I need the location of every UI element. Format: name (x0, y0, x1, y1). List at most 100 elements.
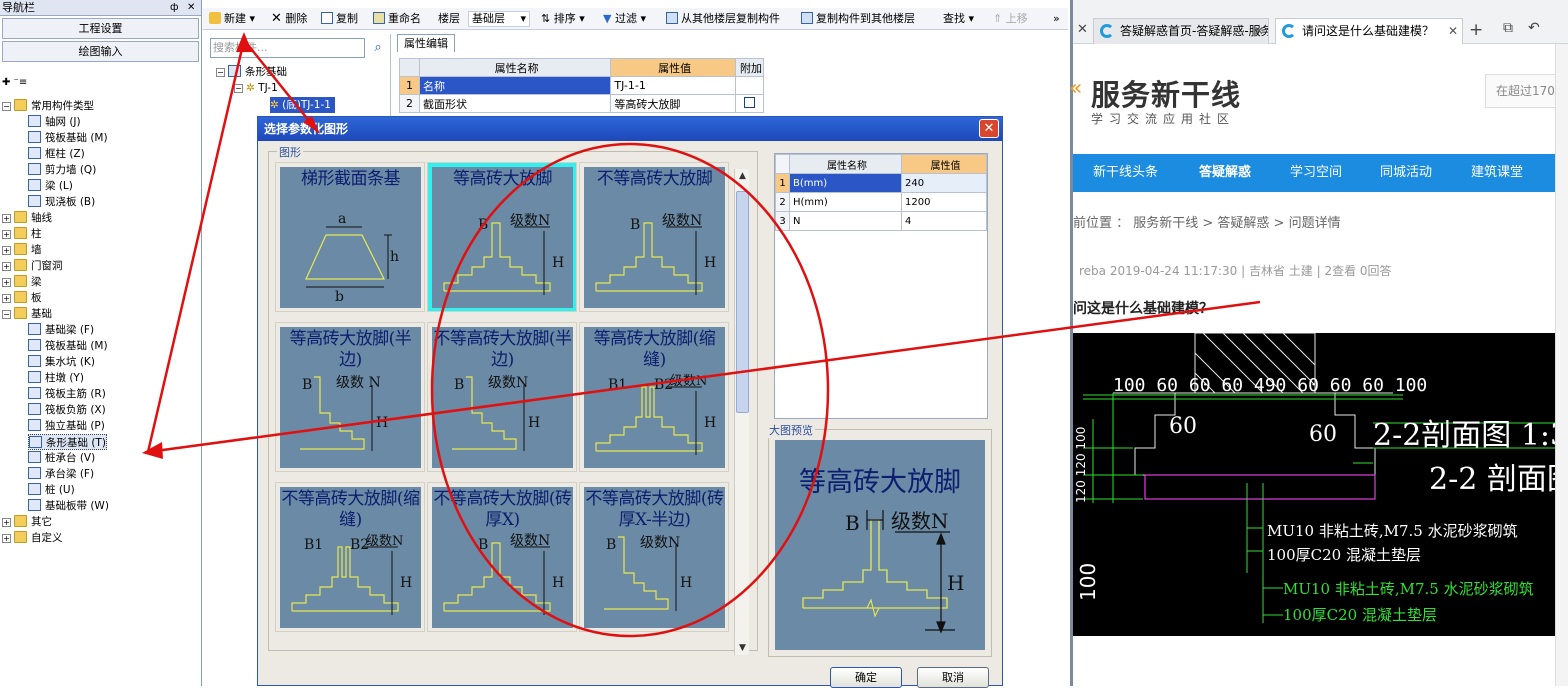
nav-tree-item[interactable]: 基础板带 (W) (28, 498, 109, 514)
scrollbar-thumb[interactable] (736, 191, 749, 413)
nav-tree-item[interactable]: 剪力墙 (Q) (28, 162, 96, 178)
nav-tree-item[interactable]: 柱墩 (Y) (28, 370, 84, 386)
tab-property-edit[interactable]: 属性编辑 (397, 34, 455, 52)
nav-tree-item[interactable]: 筏板负筋 (X) (28, 402, 106, 418)
nav-tree-item[interactable]: 桩 (U) (28, 482, 75, 498)
nav-tree-item[interactable]: + 板 (2, 290, 42, 306)
nav-tree-item[interactable]: 独立基础 (P) (28, 418, 105, 434)
shape-tile[interactable]: 不等高砖大放脚(砖厚X-半边) B 级数N H (579, 482, 729, 632)
nav-tree-item[interactable]: + 墙 (2, 242, 42, 258)
shape-tile[interactable]: 不等高砖大放脚(砖厚X) B 级数N H (427, 482, 577, 632)
new-tab-icon[interactable]: + (1469, 20, 1483, 40)
attach-checkbox[interactable] (735, 94, 764, 113)
copy-to-floor-button[interactable]: 复制构件到其他楼层 (801, 10, 915, 28)
expand-icon[interactable]: + (2, 246, 11, 255)
browser-scrollbar[interactable] (1555, 44, 1568, 686)
nav-tree-item[interactable]: 条形基础 (T) (28, 434, 107, 450)
sort-button[interactable]: ⇅ 排序 ▾ (541, 10, 585, 28)
scroll-down-icon[interactable]: ▼ (735, 641, 750, 655)
nav-tree-item[interactable]: 集水坑 (K) (28, 354, 95, 370)
component-icon (28, 339, 41, 351)
search-icon[interactable]: ⌕ (368, 38, 388, 58)
site-logo[interactable]: 服务新干线 (1091, 72, 1241, 114)
close-icon[interactable]: ✕ (979, 119, 999, 138)
close-icon[interactable]: ✕ (1077, 22, 1088, 37)
undo-icon[interactable]: ↶ (1528, 20, 1540, 36)
nav-tree-item[interactable]: + 自定义 (2, 530, 63, 546)
close-icon[interactable]: ✕ (1254, 19, 1264, 43)
expand-icon[interactable]: + (2, 214, 11, 223)
table-row[interactable]: 1 名称 TJ-1-1 (399, 76, 764, 95)
nav-tree-item[interactable]: + 门窗洞 (2, 258, 63, 274)
find-button[interactable]: 查找 ▾ (943, 10, 974, 28)
tree-expand-collapse-icon[interactable]: ✚ ⁻≡ (2, 77, 27, 88)
shape-tile[interactable]: 不等高砖大放脚 B 级数N H (579, 162, 729, 312)
nav-tree-item[interactable]: 轴网 (J) (28, 114, 81, 130)
tree-node-tj-1[interactable]: − ✲ TJ-1 (234, 80, 278, 96)
table-row[interactable]: 2 H(mm) 1200 (775, 192, 987, 212)
copy-from-floor-button[interactable]: 从其他楼层复制构件 (666, 10, 780, 28)
expand-icon[interactable]: − (2, 310, 11, 319)
nav-item-qa[interactable]: 答疑解惑 (1199, 154, 1251, 192)
rename-button[interactable]: 重命名 (373, 10, 421, 28)
shape-tile[interactable]: 梯形截面条基 a b h (275, 162, 425, 312)
table-row[interactable]: 1 B(mm) 240 (775, 173, 987, 193)
shape-tile[interactable]: 等高砖大放脚(半边) B 级数 NH (275, 322, 425, 472)
table-row[interactable]: 2 截面形状 等高砖大放脚 (399, 94, 764, 113)
copy-button[interactable]: 复制 (321, 10, 358, 28)
expand-icon[interactable]: + (2, 534, 11, 543)
expand-icon[interactable]: + (2, 262, 11, 271)
tree-node-tj-1-1[interactable]: ✲ (底)TJ-1-1 (270, 97, 335, 113)
nav-tree-item[interactable]: 筏板基础 (M) (28, 130, 108, 146)
nav-item-learning[interactable]: 学习空间 (1290, 154, 1342, 192)
expand-icon[interactable]: + (2, 230, 11, 239)
nav-item-headlines[interactable]: 新干线头条 (1093, 154, 1158, 192)
close-icon[interactable]: ✕ (187, 0, 195, 15)
nav-tree-item[interactable]: + 其它 (2, 514, 52, 530)
filter-button[interactable]: ▼ 过滤 ▾ (603, 10, 646, 28)
question-cad-image: 100 60 60 60 490 60 60 60 100 60 60 2-2剖… (1073, 333, 1555, 636)
tree-node-strip-foundation[interactable]: − 条形基础 (216, 64, 287, 80)
project-settings-button[interactable]: 工程设置 (2, 18, 199, 39)
scroll-up-icon[interactable]: ▲ (735, 169, 750, 183)
nav-tree-item[interactable]: 梁 (L) (28, 178, 73, 194)
expand-icon[interactable]: − (2, 102, 11, 111)
nav-tree-item[interactable]: + 梁 (2, 274, 42, 290)
nav-tree-item[interactable]: + 轴线 (2, 210, 52, 226)
drawing-input-button[interactable]: 绘图输入 (2, 41, 199, 62)
nav-item-classroom[interactable]: 建筑课堂 (1471, 154, 1523, 192)
shape-tile[interactable]: 等高砖大放脚 B 级数N H (427, 162, 577, 312)
shape-tile[interactable]: 不等高砖大放脚(半边) B 级数N H (427, 322, 577, 472)
nav-tree-item[interactable]: 基础梁 (F) (28, 322, 94, 338)
nav-tree-item[interactable]: 框柱 (Z) (28, 146, 85, 162)
shape-tile[interactable]: 等高砖大放脚(缩缝) B1 B2 级数N H (579, 322, 729, 472)
nav-tree-item[interactable]: 筏板基础 (M) (28, 338, 108, 354)
nav-tree-item[interactable]: 承台梁 (F) (28, 466, 94, 482)
nav-item-events[interactable]: 同城活动 (1380, 154, 1432, 192)
nav-tree-item[interactable]: − 基础 (2, 306, 52, 322)
restore-tabs-icon[interactable]: ⧉ (1503, 20, 1513, 36)
nav-tree-item[interactable]: 桩承台 (V) (28, 450, 95, 466)
ok-button[interactable]: 确定 (830, 667, 902, 688)
pin-icon[interactable]: ф (170, 0, 179, 15)
component-search-input[interactable]: 搜索构件... (210, 38, 365, 58)
shape-list-scrollbar[interactable]: ▲ ▼ (734, 169, 749, 655)
expand-icon[interactable]: + (2, 518, 11, 527)
nav-tree-item[interactable]: + 柱 (2, 226, 42, 242)
nav-tree-item[interactable]: − 常用构件类型 (2, 98, 94, 114)
tab-qa-home[interactable]: 答疑解惑首页-答疑解惑-服务新干线✕ (1093, 18, 1269, 44)
expand-icon[interactable]: + (2, 294, 11, 303)
tab-question[interactable]: 请问这是什么基础建模？ ✕ (1275, 18, 1463, 44)
delete-button[interactable]: ✕ 删除 (271, 10, 307, 28)
table-row[interactable]: 3N4 (775, 211, 987, 231)
floor-select[interactable]: 基础层 ▾ (468, 11, 530, 27)
nav-tree-item[interactable]: 筏板主筋 (R) (28, 386, 106, 402)
cancel-button[interactable]: 取消 (917, 667, 989, 688)
move-up-button[interactable]: ⇑ 上移 (993, 10, 1028, 28)
nav-tree-item[interactable]: 现浇板 (B) (28, 194, 95, 210)
shape-tile[interactable]: 不等高砖大放脚(缩缝) B1 B2 级数N H (275, 482, 425, 632)
close-icon[interactable]: ✕ (1448, 19, 1458, 43)
expand-icon[interactable]: + (2, 278, 11, 287)
new-button[interactable]: 新建 ▾ (209, 10, 255, 28)
more-icon[interactable]: » (1053, 10, 1060, 28)
